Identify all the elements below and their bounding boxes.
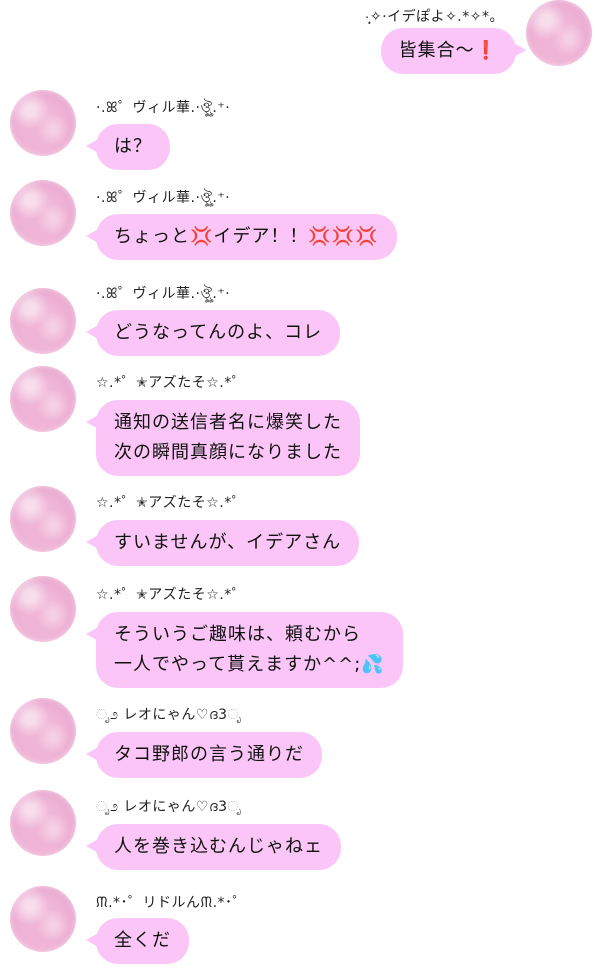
sender-name: ·.ꕤ゜ヴィル華.·ঔৣ.⁺· [96, 100, 231, 116]
message-text: 皆集合〜❗️ [398, 40, 498, 61]
message-text: そういうご趣味は、頼むから 一人でやって貰えますか^^;💦 [114, 624, 385, 675]
message-bubble[interactable]: 全くだ [86, 918, 189, 964]
message-bubble[interactable]: どうなってんのよ、コレ [85, 310, 341, 356]
message-text: ちょっと💢イデア！！💢💢💢 [114, 226, 379, 247]
message-bubble[interactable]: そういうご趣味は、頼むから 一人でやって貰えますか^^;💦 [86, 612, 403, 688]
message-text: タコ野郎の言う通りだ [114, 744, 304, 765]
sender-name: ☆.*゜✭アズたそ☆.*゜ [96, 495, 247, 511]
sender-name: ·.ꕤ゜ヴィル華.·ঔৣ.⁺· [96, 286, 231, 302]
avatar[interactable] [10, 90, 76, 156]
message-bubble[interactable]: 通知の送信者名に爆笑した 次の瞬間真顔になりました [86, 400, 360, 476]
message-text: 通知の送信者名に爆笑した 次の瞬間真顔になりました [114, 412, 342, 463]
sender-name: ·̩͙✧·イデぽよ✧.*✧*。 [364, 9, 504, 25]
avatar[interactable] [10, 886, 76, 952]
avatar[interactable] [526, 0, 592, 66]
avatar[interactable] [10, 180, 76, 246]
message-text: 全くだ [114, 930, 171, 951]
avatar[interactable] [10, 486, 76, 552]
message-text: は？ [114, 136, 152, 157]
sender-name: ೃ೨ レオにゃん♡ദ3ೃ [96, 799, 242, 815]
sender-name: ೃ೨ レオにゃん♡ദ3ೃ [96, 707, 242, 723]
message-text: すいませんが、イデアさん [114, 532, 342, 553]
message-bubble[interactable]: は？ [86, 124, 170, 170]
sender-name: ☆.*゜✭アズたそ☆.*゜ [96, 587, 247, 603]
message-bubble[interactable]: ちょっと💢イデア！！💢💢💢 [86, 214, 397, 260]
sender-name: ☆.*゜✭アズたそ☆.*゜ [96, 375, 247, 391]
message-text: どうなってんのよ、コレ [114, 322, 323, 343]
sender-name: ᙏ.*･゜リドルんᙏ.*･゜ [96, 895, 248, 911]
avatar[interactable] [10, 698, 76, 764]
message-bubble[interactable]: 人を巻き込むんじゃねェ [86, 824, 341, 870]
avatar[interactable] [10, 790, 76, 856]
message-bubble[interactable]: すいませんが、イデアさん [85, 520, 360, 566]
sender-name: ·.ꕤ゜ヴィル華.·ঔৣ.⁺· [96, 190, 231, 206]
message-text: 人を巻き込むんじゃねェ [114, 836, 323, 857]
avatar[interactable] [10, 288, 76, 354]
avatar[interactable] [10, 366, 76, 432]
avatar[interactable] [10, 576, 76, 642]
message-bubble[interactable]: タコ野郎の言う通りだ [86, 732, 322, 778]
message-bubble[interactable]: 皆集合〜❗️ [380, 28, 527, 74]
